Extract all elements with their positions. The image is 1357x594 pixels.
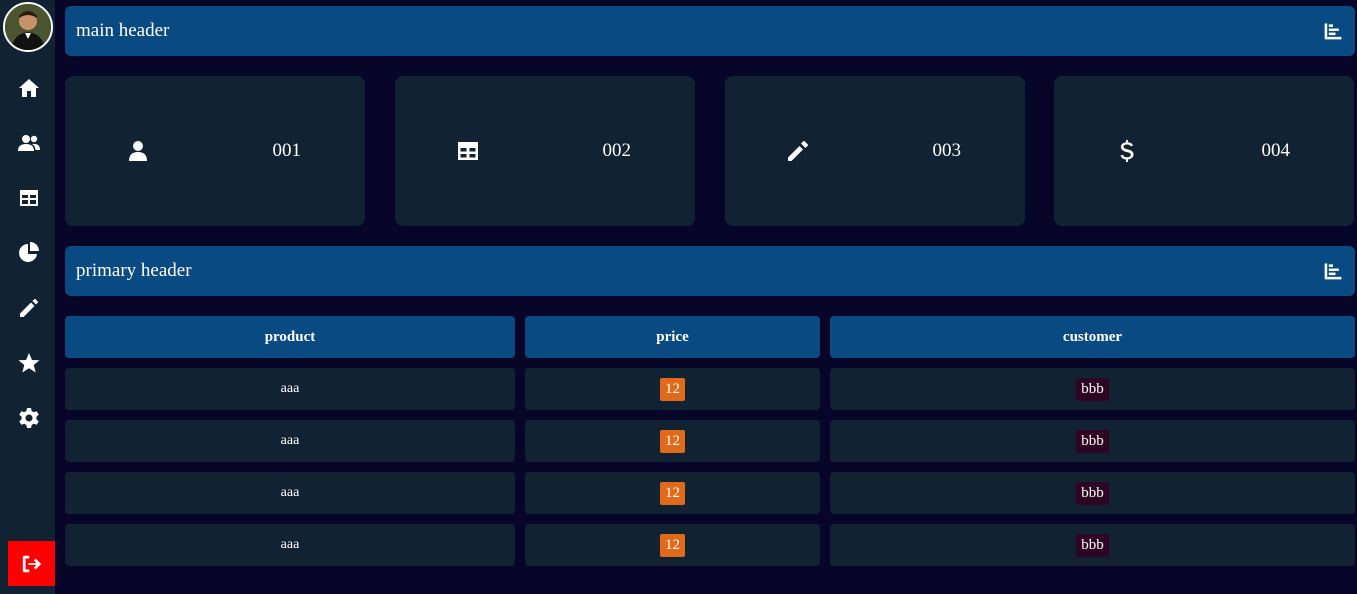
logout-button[interactable] bbox=[8, 541, 55, 586]
table-cell-customer: bbb bbox=[830, 368, 1355, 410]
table-cell-price: 12 bbox=[525, 420, 820, 462]
pencil-icon[interactable] bbox=[16, 295, 42, 321]
pencil-icon bbox=[786, 139, 810, 163]
chart-bar-icon[interactable] bbox=[1323, 21, 1343, 41]
stat-card-3[interactable]: 003 bbox=[725, 76, 1025, 226]
customer-badge: bbb bbox=[1076, 481, 1109, 505]
stat-card-4[interactable]: 004 bbox=[1054, 76, 1354, 226]
chart-bar-icon[interactable] bbox=[1323, 261, 1343, 281]
stat-value: 004 bbox=[1261, 140, 1291, 161]
stat-value: 003 bbox=[932, 140, 962, 161]
table-cell-price: 12 bbox=[525, 368, 820, 410]
table-cell-customer: bbb bbox=[830, 472, 1355, 514]
table-cell-price: 12 bbox=[525, 472, 820, 514]
stat-value: 002 bbox=[602, 140, 632, 161]
table-cell-customer: bbb bbox=[830, 524, 1355, 566]
primary-header-title: primary header bbox=[76, 260, 192, 281]
column-header-product[interactable]: product bbox=[65, 316, 515, 358]
main-header-title: main header bbox=[76, 20, 170, 41]
table-cell-product: aaa bbox=[65, 472, 515, 514]
column-header-price[interactable]: price bbox=[525, 316, 820, 358]
gear-icon[interactable] bbox=[16, 405, 42, 431]
customer-badge: bbb bbox=[1076, 377, 1109, 401]
main-header: main header bbox=[65, 6, 1355, 56]
table-icon[interactable] bbox=[16, 185, 42, 211]
stat-value: 001 bbox=[272, 140, 302, 161]
dollar-icon bbox=[1115, 139, 1139, 163]
price-badge: 12 bbox=[660, 429, 685, 453]
stat-card-2[interactable]: 002 bbox=[395, 76, 695, 226]
price-badge: 12 bbox=[660, 481, 685, 505]
table-cell-product: aaa bbox=[65, 524, 515, 566]
home-icon[interactable] bbox=[16, 75, 42, 101]
price-badge: 12 bbox=[660, 533, 685, 557]
user-avatar[interactable] bbox=[3, 2, 53, 52]
stat-card-1[interactable]: 001 bbox=[65, 76, 365, 226]
price-badge: 12 bbox=[660, 377, 685, 401]
table-cell-customer: bbb bbox=[830, 420, 1355, 462]
primary-header: primary header bbox=[65, 246, 1355, 296]
customer-badge: bbb bbox=[1076, 533, 1109, 557]
pie-chart-icon[interactable] bbox=[16, 240, 42, 266]
star-icon[interactable] bbox=[16, 350, 42, 376]
user-icon bbox=[126, 139, 150, 163]
column-header-customer[interactable]: customer bbox=[830, 316, 1355, 358]
table-cell-product: aaa bbox=[65, 368, 515, 410]
customer-badge: bbb bbox=[1076, 429, 1109, 453]
table-icon bbox=[456, 139, 480, 163]
logout-icon bbox=[22, 555, 41, 572]
users-icon[interactable] bbox=[16, 130, 42, 156]
table-cell-product: aaa bbox=[65, 420, 515, 462]
table-cell-price: 12 bbox=[525, 524, 820, 566]
sidebar bbox=[0, 0, 55, 594]
